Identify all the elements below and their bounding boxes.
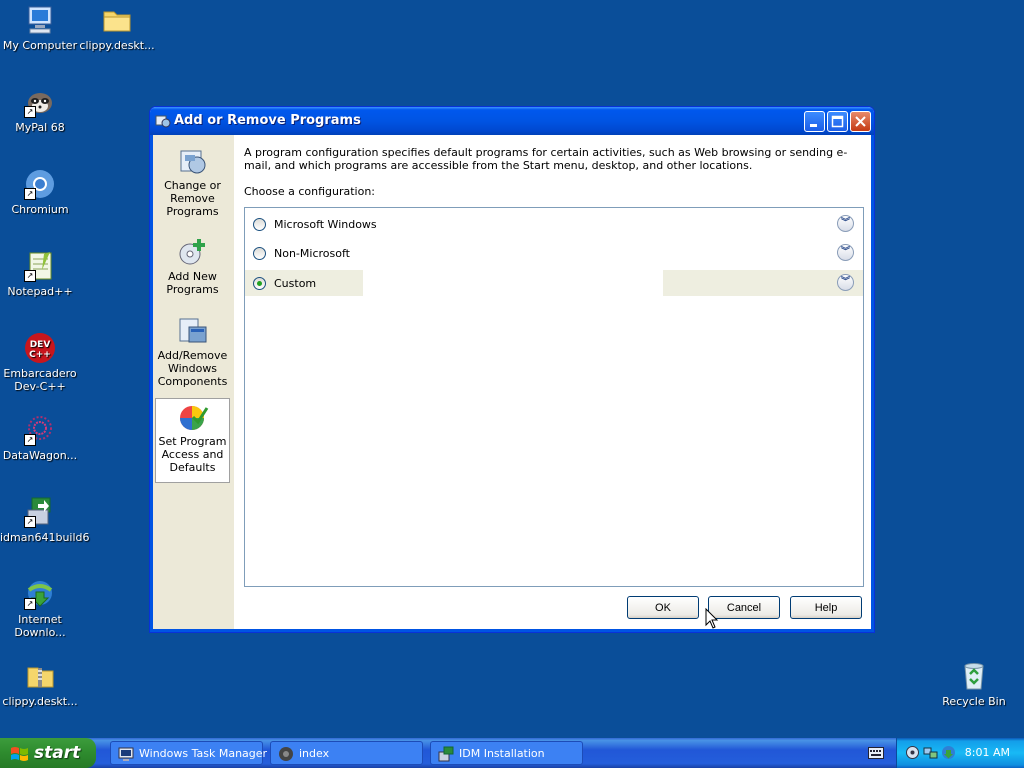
config-row-non-microsoft[interactable]: Non-Microsoft ︾ [245, 240, 863, 266]
recycle-bin-icon [958, 660, 990, 692]
desktop-icon-devcpp[interactable]: DEV C++ Embarcadero Dev-C++ [0, 332, 80, 393]
configuration-list: Microsoft Windows ︾ Non-Microsoft ︾ Cust… [244, 207, 864, 587]
taskbar-item-task-manager[interactable]: Windows Task Manager [110, 741, 267, 765]
window-frame [871, 135, 874, 632]
desktop: My Computer clippy.deskt... ↗ MyPal 68 ↗… [0, 0, 1024, 738]
chromium-icon: ↗ [24, 168, 56, 200]
help-button[interactable]: Help [790, 596, 862, 619]
maximize-icon [831, 115, 844, 128]
idm-icon: ↗ [24, 578, 56, 610]
raccoon-icon: ↗ [24, 86, 56, 118]
sidebar-item-change-remove[interactable]: Change or Remove Programs [155, 143, 230, 223]
chevron-double-down-icon: ︾ [840, 247, 850, 257]
expand-microsoft-windows-button[interactable]: ︾ [837, 215, 854, 232]
shortcut-arrow-icon: ↗ [24, 188, 36, 200]
close-icon [855, 116, 866, 127]
folder-icon [101, 4, 133, 36]
windows-flag-icon [10, 745, 28, 761]
devcpp-icon: DEV C++ [24, 332, 56, 364]
desktop-icon-clippy-zip[interactable]: clippy.deskt... [0, 660, 80, 708]
desktop-icon-idman-installer[interactable]: ↗ idman641build6 [0, 496, 90, 544]
ok-button[interactable]: OK [627, 596, 699, 619]
volume-icon[interactable] [905, 745, 920, 760]
start-button[interactable]: start [0, 738, 96, 768]
taskbar-item-idm-installation[interactable]: IDM Installation [430, 741, 583, 765]
configuration-description: A program configuration specifies defaul… [244, 146, 848, 172]
minimize-icon [810, 124, 817, 127]
desktop-icon-datawagon[interactable]: ↗ DataWagon... [0, 414, 80, 462]
add-programs-icon [177, 236, 209, 268]
notepadpp-icon: ↗ [24, 250, 56, 282]
computer-icon [24, 4, 56, 36]
minimize-button[interactable] [804, 111, 825, 132]
taskbar-item-index[interactable]: index [270, 741, 423, 765]
shortcut-arrow-icon: ↗ [24, 270, 36, 282]
desktop-icon-idm[interactable]: ↗ Internet Downlo... [0, 578, 80, 639]
sidebar-item-windows-components[interactable]: Add/Remove Windows Components [155, 313, 230, 397]
radio-microsoft-windows[interactable] [253, 218, 266, 231]
taskbar: start Windows Task Manager index IDM Ins… [0, 738, 1024, 768]
shortcut-arrow-icon: ↗ [24, 106, 36, 118]
expand-non-microsoft-button[interactable]: ︾ [837, 244, 854, 261]
shortcut-arrow-icon: ↗ [24, 434, 36, 446]
mouse-cursor-icon [705, 608, 719, 629]
idm-installer-icon [438, 746, 454, 762]
keyboard-layout-icon[interactable] [868, 747, 884, 759]
maximize-button[interactable] [827, 111, 848, 132]
add-remove-programs-icon [155, 113, 171, 129]
close-button[interactable] [850, 111, 871, 132]
shortcut-arrow-icon: ↗ [24, 598, 36, 610]
content-pane: A program configuration specifies defaul… [234, 135, 871, 629]
svg-text:C++: C++ [29, 350, 51, 360]
desktop-icon-clippy-folder[interactable]: clippy.deskt... [77, 4, 157, 52]
window-frame [150, 629, 874, 632]
expand-custom-button[interactable]: ︾ [837, 274, 854, 291]
config-row-custom[interactable]: Custom ︾ [245, 270, 863, 296]
zip-folder-icon [24, 660, 56, 692]
radio-selected-dot [257, 281, 262, 286]
desktop-icon-recycle-bin[interactable]: Recycle Bin [934, 660, 1014, 708]
svg-text:DEV: DEV [30, 340, 51, 350]
datawagon-icon: ↗ [24, 414, 56, 446]
network-icon[interactable] [923, 745, 938, 760]
program-access-icon [177, 401, 209, 433]
task-manager-icon [118, 746, 134, 762]
task-sidebar: Change or Remove Programs Add New Progra… [153, 135, 234, 629]
config-row-microsoft-windows[interactable]: Microsoft Windows ︾ [245, 211, 863, 237]
chevron-double-down-icon: ︾ [840, 218, 850, 228]
chevron-double-down-icon: ︾ [840, 277, 850, 287]
system-tray: 8:01 AM [896, 738, 1024, 768]
window-title: Add or Remove Programs [174, 113, 361, 128]
add-remove-programs-window: Add or Remove Programs Change or Remove … [149, 106, 875, 633]
idm-tray-icon[interactable] [941, 745, 956, 760]
sidebar-item-add-new[interactable]: Add New Programs [155, 234, 230, 306]
clock[interactable]: 8:01 AM [965, 746, 1010, 759]
desktop-icon-notepadpp[interactable]: ↗ Notepad++ [0, 250, 80, 298]
radio-custom[interactable] [253, 277, 266, 290]
change-remove-icon [177, 145, 209, 177]
radio-non-microsoft[interactable] [253, 247, 266, 260]
windows-components-icon [177, 315, 209, 347]
desktop-icon-chromium[interactable]: ↗ Chromium [0, 168, 80, 216]
shortcut-arrow-icon: ↗ [24, 516, 36, 528]
idm-installer-icon: ↗ [24, 496, 56, 528]
desktop-icon-my-computer[interactable]: My Computer [0, 4, 80, 52]
window-titlebar[interactable]: Add or Remove Programs [150, 107, 874, 135]
desktop-icon-mypal[interactable]: ↗ MyPal 68 [0, 86, 80, 134]
choose-configuration-label: Choose a configuration: [244, 185, 376, 198]
sidebar-item-program-access[interactable]: Set Program Access and Defaults [155, 398, 230, 483]
chromium-icon [278, 746, 294, 762]
